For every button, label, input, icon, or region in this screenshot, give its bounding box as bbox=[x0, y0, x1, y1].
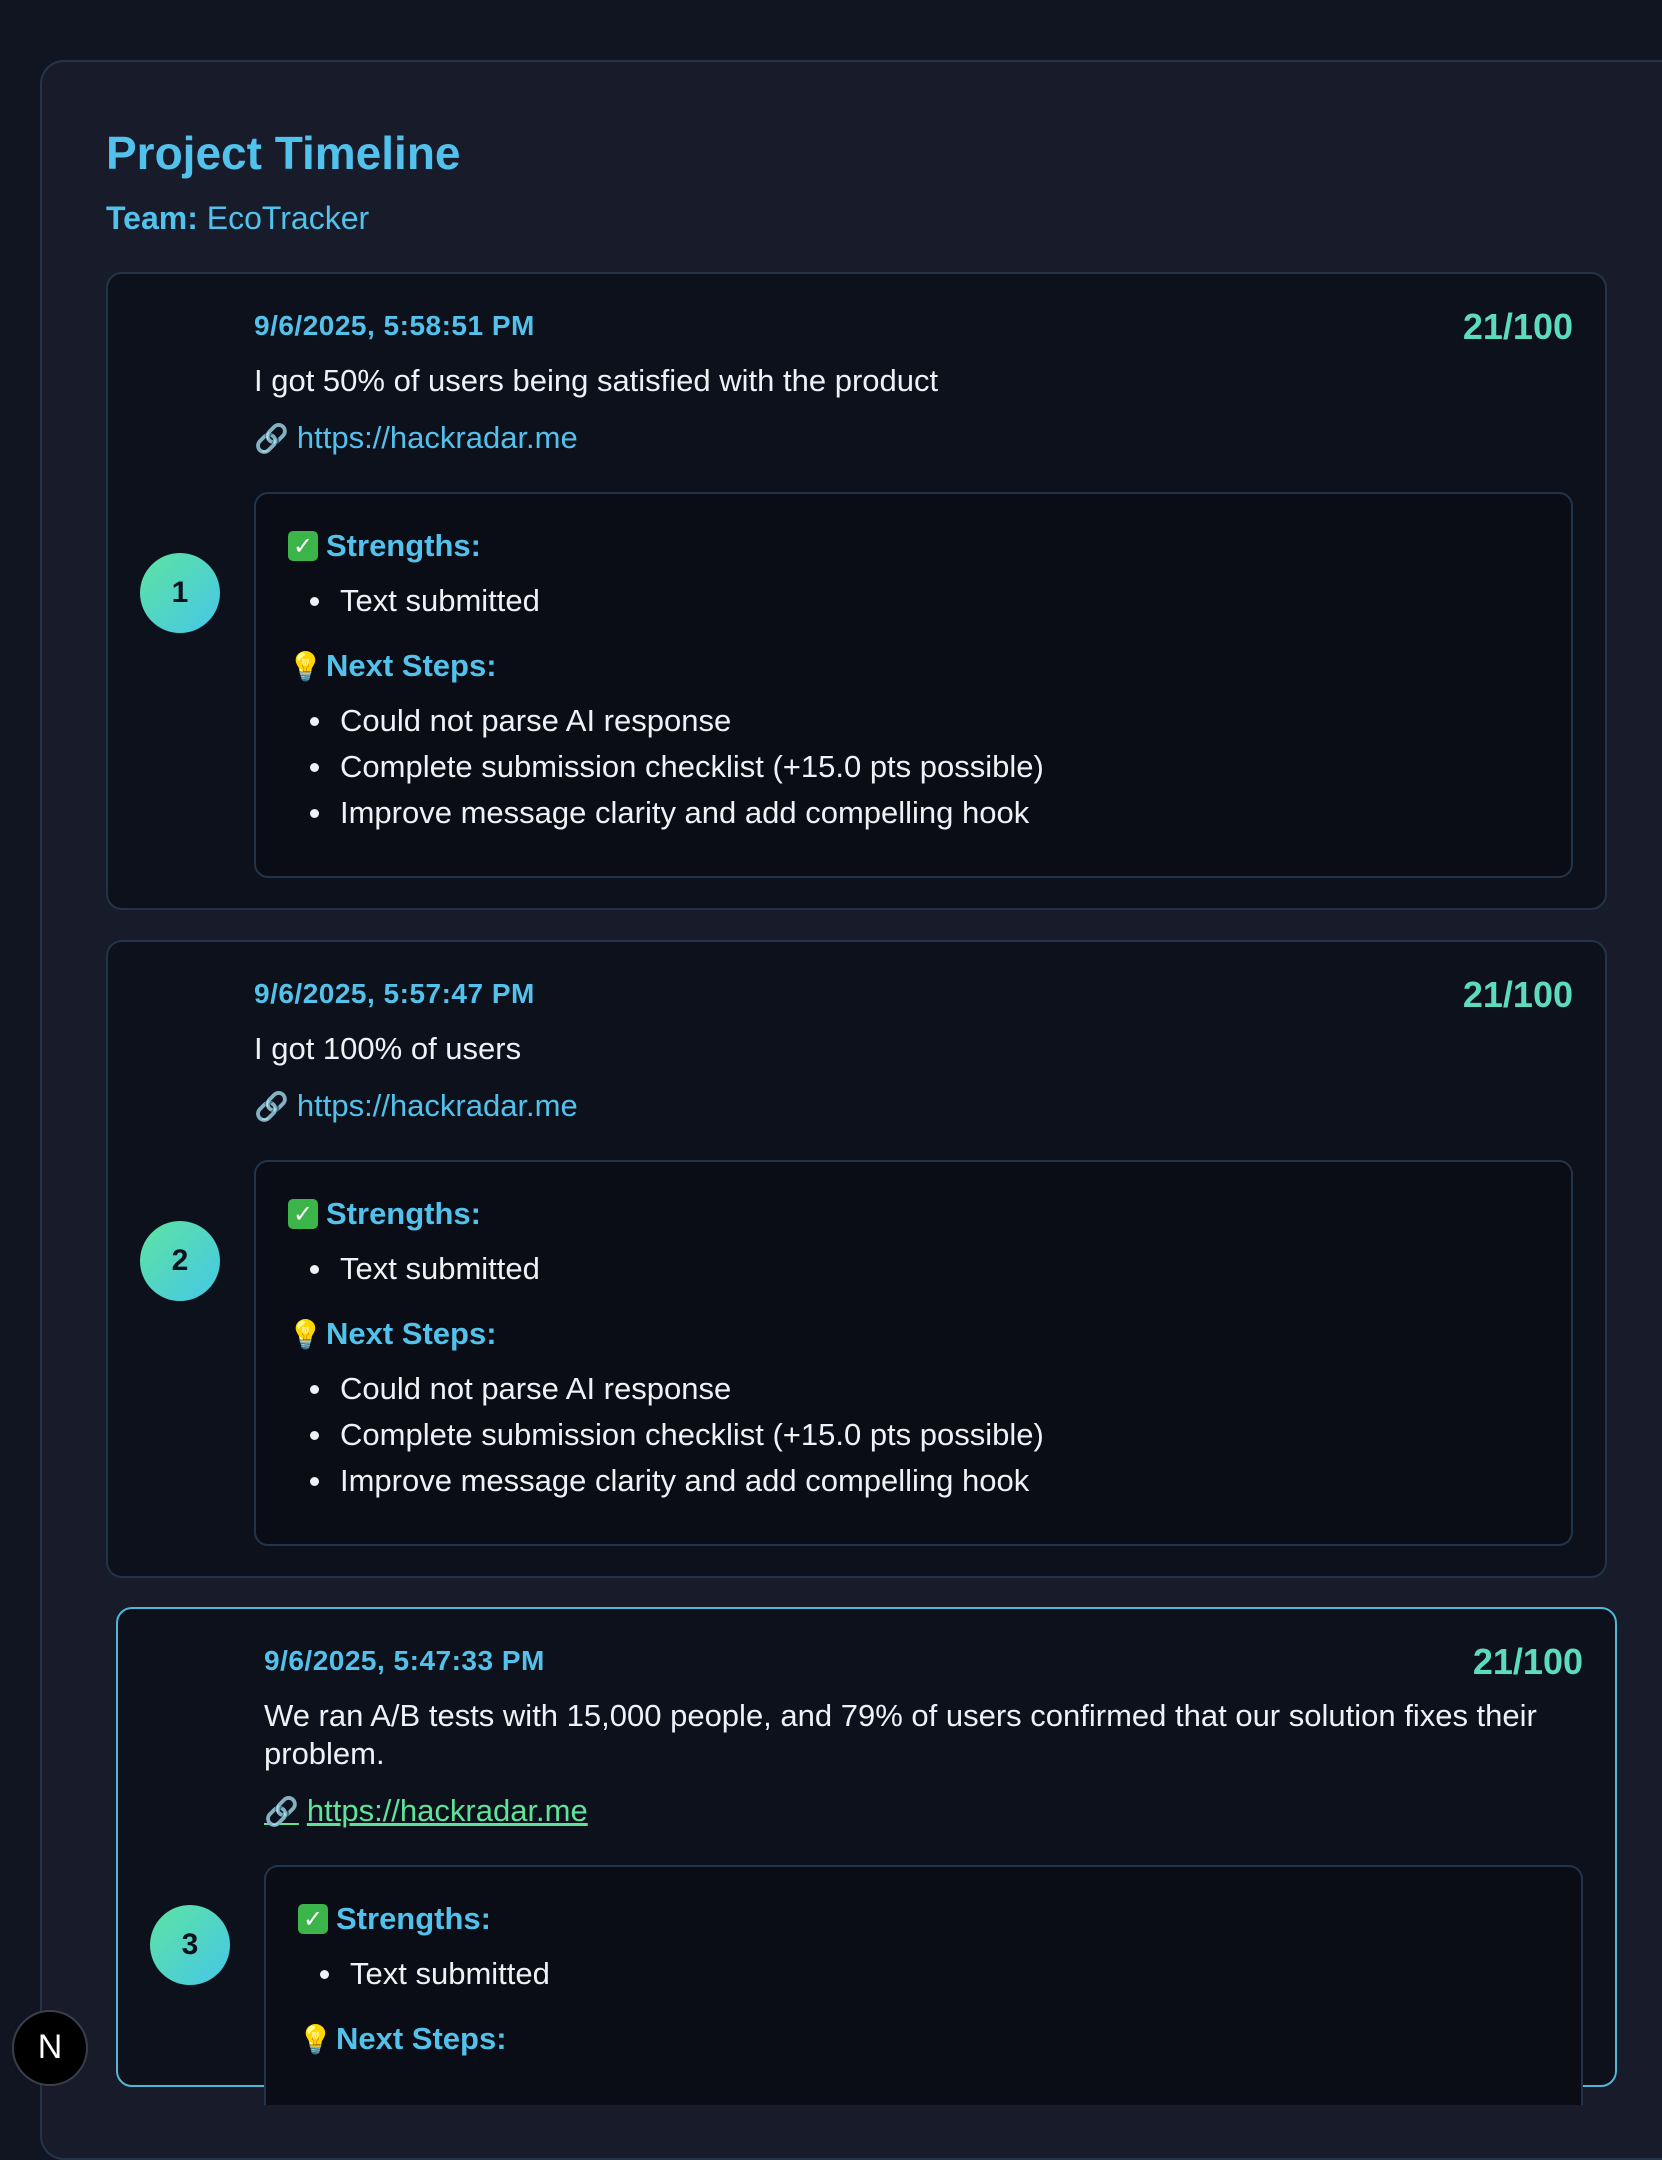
list-item: Improve message clarity and add compelli… bbox=[310, 1458, 1044, 1504]
team-name: EcoTracker bbox=[206, 200, 370, 236]
strengths-label: Strengths: bbox=[326, 528, 481, 563]
next-steps-list: Could not parse AI response Complete sub… bbox=[310, 698, 1044, 836]
list-item: Could not parse AI response bbox=[310, 1366, 1044, 1412]
entry-link-text: https://hackradar.me bbox=[306, 1793, 588, 1828]
list-item: Improve message clarity and add compelli… bbox=[310, 790, 1044, 836]
team-label: Team: bbox=[106, 200, 198, 236]
entry-score: 21/100 bbox=[1472, 1641, 1583, 1682]
timeline-entry-active[interactable]: 3 9/6/2025, 5:47:33 PM 21/100 We ran A/B… bbox=[116, 1607, 1617, 2105]
list-item: Text submitted bbox=[320, 1951, 550, 1997]
entry-message: I got 100% of users bbox=[254, 1031, 522, 1066]
entry-number-badge: 1 bbox=[140, 553, 220, 633]
page-title: Project Timeline bbox=[106, 127, 461, 179]
entry-timestamp: 9/6/2025, 5:58:51 PM bbox=[254, 310, 535, 341]
entry-score: 21/100 bbox=[1462, 306, 1573, 347]
check-icon: ✓ bbox=[298, 1904, 328, 1934]
timeline-entry: 2 9/6/2025, 5:57:47 PM 21/100 I got 100%… bbox=[106, 940, 1607, 1578]
entry-link[interactable]: 🔗 https://hackradar.me bbox=[264, 1793, 588, 1829]
entry-timestamp: 9/6/2025, 5:57:47 PM bbox=[254, 978, 535, 1009]
strengths-heading: ✓ Strengths: bbox=[288, 528, 481, 564]
next-steps-heading: 💡 Next Steps: bbox=[288, 648, 497, 684]
link-icon: 🔗 bbox=[254, 422, 289, 454]
entry-timestamp: 9/6/2025, 5:47:33 PM bbox=[264, 1645, 545, 1676]
timeline-entry: 1 9/6/2025, 5:58:51 PM 21/100 I got 50% … bbox=[106, 272, 1607, 910]
entry-number-badge: 3 bbox=[150, 1905, 230, 1985]
next-steps-heading: 💡 Next Steps: bbox=[298, 2021, 507, 2057]
list-item: Text submitted bbox=[310, 1246, 540, 1292]
feedback-box: ✓ Strengths: Text submitted 💡 Next Steps… bbox=[254, 1160, 1573, 1546]
entry-link[interactable]: 🔗 https://hackradar.me bbox=[254, 1088, 578, 1124]
entry-link-text: https://hackradar.me bbox=[296, 1088, 578, 1123]
framework-logo-icon[interactable]: N bbox=[12, 2010, 88, 2086]
link-icon: 🔗 bbox=[254, 1090, 289, 1122]
next-steps-heading: 💡 Next Steps: bbox=[288, 1316, 497, 1352]
next-steps-label: Next Steps: bbox=[336, 2021, 507, 2056]
entry-message: I got 50% of users being satisfied with … bbox=[254, 363, 939, 398]
strengths-list: Text submitted bbox=[310, 578, 540, 624]
lightbulb-icon: 💡 bbox=[288, 1318, 323, 1350]
entry-link[interactable]: 🔗 https://hackradar.me bbox=[254, 420, 578, 456]
list-item: Complete submission checklist (+15.0 pts… bbox=[310, 1412, 1044, 1458]
strengths-heading: ✓ Strengths: bbox=[298, 1901, 491, 1937]
check-icon: ✓ bbox=[288, 531, 318, 561]
entry-score: 21/100 bbox=[1462, 974, 1573, 1015]
strengths-label: Strengths: bbox=[326, 1196, 481, 1231]
link-icon: 🔗 bbox=[264, 1795, 299, 1827]
strengths-heading: ✓ Strengths: bbox=[288, 1196, 481, 1232]
list-item: Complete submission checklist (+15.0 pts… bbox=[310, 744, 1044, 790]
list-item: Could not parse AI response bbox=[310, 698, 1044, 744]
strengths-list: Text submitted bbox=[310, 1246, 540, 1292]
feedback-box: ✓ Strengths: Text submitted 💡 Next Steps… bbox=[264, 1865, 1583, 2105]
team-line: Team: EcoTracker bbox=[106, 200, 369, 237]
feedback-box: ✓ Strengths: Text submitted 💡 Next Steps… bbox=[254, 492, 1573, 878]
strengths-label: Strengths: bbox=[336, 1901, 491, 1936]
lightbulb-icon: 💡 bbox=[288, 650, 323, 682]
lightbulb-icon: 💡 bbox=[298, 2023, 333, 2055]
check-icon: ✓ bbox=[288, 1199, 318, 1229]
entry-number-badge: 2 bbox=[140, 1221, 220, 1301]
strengths-list: Text submitted bbox=[320, 1951, 550, 1997]
entry-message: We ran A/B tests with 15,000 people, and… bbox=[264, 1698, 1537, 1771]
next-steps-label: Next Steps: bbox=[326, 648, 497, 683]
list-item: Text submitted bbox=[310, 578, 540, 624]
next-steps-list: Could not parse AI response Complete sub… bbox=[310, 1366, 1044, 1504]
entry-link-text: https://hackradar.me bbox=[296, 420, 578, 455]
next-steps-label: Next Steps: bbox=[326, 1316, 497, 1351]
